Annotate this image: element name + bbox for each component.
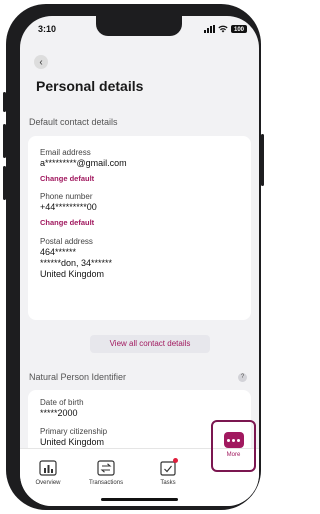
mute-switch [3, 92, 6, 112]
tab-transactions-label: Transactions [88, 480, 124, 486]
signal-icon [204, 25, 215, 33]
screen: 3:10 100 ‹ Personal details Default cont… [20, 16, 259, 506]
change-phone-link[interactable]: Change default [40, 218, 94, 227]
phone-value: +44*********00 [40, 202, 97, 212]
wifi-icon [218, 25, 228, 33]
npi-section-heading: Natural Person Identifier [29, 372, 127, 382]
home-indicator [101, 498, 178, 501]
postal-line-1: 464****** [40, 247, 77, 257]
phone-label: Phone number [40, 192, 93, 201]
transfer-icon [96, 459, 116, 477]
help-icon[interactable]: ? [238, 373, 247, 382]
tab-overview-label: Overview [35, 480, 61, 486]
citizenship-value: United Kingdom [40, 437, 105, 447]
chevron-left-icon: ‹ [39, 56, 43, 68]
email-label: Email address [40, 148, 91, 157]
citizenship-label: Primary citizenship [40, 427, 108, 436]
tab-transactions[interactable]: Transactions [82, 455, 130, 501]
contact-section-heading: Default contact details [29, 117, 118, 127]
tab-tasks-label: Tasks [160, 480, 176, 486]
postal-line-2: ******don, 34****** [40, 258, 113, 268]
volume-down-button [3, 166, 6, 200]
status-bar: 3:10 100 [20, 24, 259, 38]
dob-value: *****2000 [40, 408, 78, 418]
tab-tasks[interactable]: Tasks [144, 455, 192, 501]
volume-up-button [3, 124, 6, 158]
status-time: 3:10 [38, 24, 57, 34]
view-all-contact-button[interactable]: View all contact details [90, 335, 210, 353]
more-icon [223, 432, 244, 448]
contact-details-card: Email address a*********@gmail.com Chang… [28, 136, 251, 320]
tab-more-label: More [226, 452, 241, 458]
status-icons: 100 [204, 25, 247, 33]
tab-overview[interactable]: Overview [24, 455, 72, 501]
email-value: a*********@gmail.com [40, 158, 127, 168]
page-title: Personal details [36, 78, 144, 94]
power-button [261, 134, 264, 186]
battery-icon: 100 [231, 25, 247, 33]
postal-label: Postal address [40, 237, 93, 246]
chart-icon [38, 459, 58, 477]
notification-dot [173, 458, 178, 463]
change-email-link[interactable]: Change default [40, 174, 94, 183]
postal-line-3: United Kingdom [40, 269, 105, 279]
phone-frame: 3:10 100 ‹ Personal details Default cont… [3, 4, 264, 510]
back-button[interactable]: ‹ [34, 55, 48, 69]
tab-more[interactable]: More [211, 420, 256, 472]
dob-label: Date of birth [40, 398, 84, 407]
tasks-icon [158, 458, 178, 477]
